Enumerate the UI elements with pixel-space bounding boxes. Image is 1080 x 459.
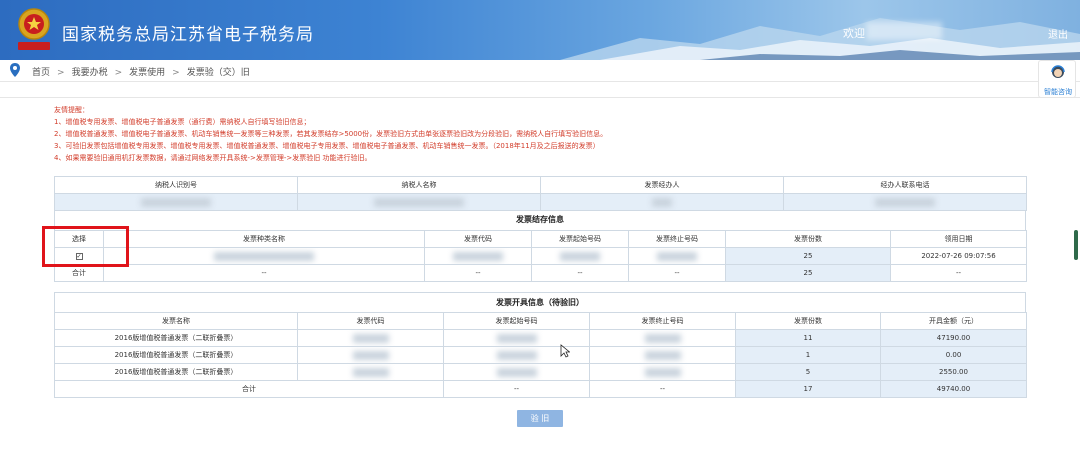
table-row: 2016版增值税普通发票（二联折叠票） 5 2550.00 xyxy=(54,363,1027,381)
smart-assistant-button[interactable]: 智能咨询 xyxy=(1038,60,1076,98)
issued-total-amount: 49740.00 xyxy=(880,380,1027,398)
taxpayer-table: 纳税人识别号 纳税人名称 发票经办人 经办人联系电话 xyxy=(54,176,1027,211)
breadcrumb-tax-service[interactable]: 我要办税 xyxy=(72,65,108,78)
end-number-value xyxy=(628,247,726,265)
header-start-number: 发票起始号码 xyxy=(531,230,629,248)
header-invoice-code: 发票代码 xyxy=(424,230,532,248)
total-start: -- xyxy=(531,264,629,282)
issued-table: 发票名称 发票代码 发票起始号码 发票终止号码 发票份数 开具金额（元） 201… xyxy=(54,312,1027,398)
welcome-text: 欢迎 xyxy=(843,27,865,40)
notice-line-3: 3、可验旧发票包括增值税专用发票、增值税专用发票、增值税普通发票、增值税电子专用… xyxy=(54,142,600,150)
issued-caption: 发票开具信息（待验旧） xyxy=(54,292,1026,312)
invoice-amount: 47190.00 xyxy=(880,329,1027,347)
notice-line-1: 1、增值税专用发票、增值税电子普通发票（通行费）需纳税人自行填写验旧信息； xyxy=(54,118,311,126)
logout-link[interactable]: 退出 xyxy=(1048,26,1068,41)
notice-line-4: 4、如果需要验旧通用机打发票数据，请通过网络发票开具系统->发票管理->发票验旧… xyxy=(54,154,372,162)
total-label: 合计 xyxy=(54,264,104,282)
issue-date-value: 2022-07-26 09:07:56 xyxy=(890,247,1027,265)
scrollbar-thumb[interactable] xyxy=(1074,230,1078,260)
count-value: 25 xyxy=(725,247,891,265)
verify-old-button[interactable]: 验 旧 xyxy=(517,410,563,427)
breadcrumb-current: 发票验（交）旧 xyxy=(186,68,250,78)
table-row: 2016版增值税普通发票（二联折叠票） 1 0.00 xyxy=(54,346,1027,364)
issued-total-label: 合计 xyxy=(54,380,444,398)
breadcrumb-home[interactable]: 首页 xyxy=(32,65,50,78)
stock-caption: 发票结存信息 xyxy=(54,210,1026,230)
total-date: -- xyxy=(890,264,1027,282)
issued-total-count: 17 xyxy=(735,380,881,398)
assistant-label: 智能咨询 xyxy=(1044,88,1072,96)
header-handler-phone: 经办人联系电话 xyxy=(783,176,1027,194)
invoice-end xyxy=(589,346,736,364)
invoice-name: 2016版增值税普通发票（二联折叠票） xyxy=(54,363,298,381)
invoice-code-value xyxy=(424,247,532,265)
invoice-code xyxy=(297,346,444,364)
handler-phone-value xyxy=(783,193,1027,211)
taxpayer-id-value xyxy=(54,193,298,211)
notice-line-2: 2、增值税普通发票、增值税电子普通发票、机动车销售统一发票等三种发票，若其发票结… xyxy=(54,130,608,138)
notice-box: 友情提醒： 1、增值税专用发票、增值税电子普通发票（通行费）需纳税人自行填写验旧… xyxy=(54,104,607,164)
notice-title: 友情提醒： xyxy=(54,106,89,114)
total-row: 合计 -- -- 17 49740.00 xyxy=(54,380,1027,398)
invoice-start xyxy=(443,363,590,381)
invoice-code xyxy=(297,363,444,381)
header-end: 发票终止号码 xyxy=(589,312,736,330)
highlight-box xyxy=(42,226,129,267)
header-end-number: 发票终止号码 xyxy=(628,230,726,248)
invoice-type-value xyxy=(103,247,425,265)
location-pin-icon xyxy=(10,63,20,77)
divider xyxy=(0,97,1080,98)
invoice-end xyxy=(589,363,736,381)
invoice-count: 5 xyxy=(735,363,881,381)
header-count: 发票份数 xyxy=(725,230,891,248)
header-start: 发票起始号码 xyxy=(443,312,590,330)
header-invoice-type: 发票种类名称 xyxy=(103,230,425,248)
total-end: -- xyxy=(628,264,726,282)
user-name-redacted xyxy=(866,22,942,40)
mouse-cursor-icon xyxy=(560,344,570,358)
assistant-headset-icon xyxy=(1051,65,1065,78)
invoice-name: 2016版增值税普通发票（二联折叠票） xyxy=(54,329,298,347)
invoice-code xyxy=(297,329,444,347)
start-number-value xyxy=(531,247,629,265)
table-row: 2016版增值税普通发票（二联折叠票） 11 47190.00 xyxy=(54,329,1027,347)
invoice-amount: 2550.00 xyxy=(880,363,1027,381)
header-count: 发票份数 xyxy=(735,312,881,330)
issued-section: 发票开具信息（待验旧） 发票名称 发票代码 发票起始号码 发票终止号码 发票份数… xyxy=(54,292,1027,398)
header-taxpayer-name: 纳税人名称 xyxy=(297,176,541,194)
invoice-count: 1 xyxy=(735,346,881,364)
total-count: 25 xyxy=(725,264,891,282)
breadcrumb-bar: 首页 > 我要办税 > 发票使用 > 发票验（交）旧 xyxy=(0,60,1080,82)
tax-emblem-icon xyxy=(18,8,50,50)
issued-total-start: -- xyxy=(443,380,590,398)
table-row: ✓ 25 2022-07-26 09:07:56 xyxy=(54,247,1027,265)
header-code: 发票代码 xyxy=(297,312,444,330)
site-header: 国家税务总局江苏省电子税务局 欢迎 退出 xyxy=(0,0,1080,60)
header-amount: 开具金额（元） xyxy=(880,312,1027,330)
header-handler: 发票经办人 xyxy=(540,176,784,194)
handler-value xyxy=(540,193,784,211)
total-code: -- xyxy=(424,264,532,282)
total-row: 合计 -- -- -- -- 25 -- xyxy=(54,264,1027,282)
breadcrumb-invoice-use[interactable]: 发票使用 xyxy=(129,65,165,78)
stock-table: 选择 发票种类名称 发票代码 发票起始号码 发票终止号码 发票份数 领用日期 ✓… xyxy=(54,230,1027,282)
stock-section: 发票结存信息 选择 发票种类名称 发票代码 发票起始号码 发票终止号码 发票份数… xyxy=(54,210,1027,282)
total-type: -- xyxy=(103,264,425,282)
site-title: 国家税务总局江苏省电子税务局 xyxy=(62,25,314,45)
invoice-end xyxy=(589,329,736,347)
issued-total-end: -- xyxy=(589,380,736,398)
invoice-count: 11 xyxy=(735,329,881,347)
invoice-amount: 0.00 xyxy=(880,346,1027,364)
breadcrumb: 首页 > 我要办税 > 发票使用 > 发票验（交）旧 xyxy=(32,65,250,78)
header-taxpayer-id: 纳税人识别号 xyxy=(54,176,298,194)
table-row xyxy=(54,193,1027,211)
header-issue-date: 领用日期 xyxy=(890,230,1027,248)
taxpayer-name-value xyxy=(297,193,541,211)
invoice-name: 2016版增值税普通发票（二联折叠票） xyxy=(54,346,298,364)
header-invoice-name: 发票名称 xyxy=(54,312,298,330)
